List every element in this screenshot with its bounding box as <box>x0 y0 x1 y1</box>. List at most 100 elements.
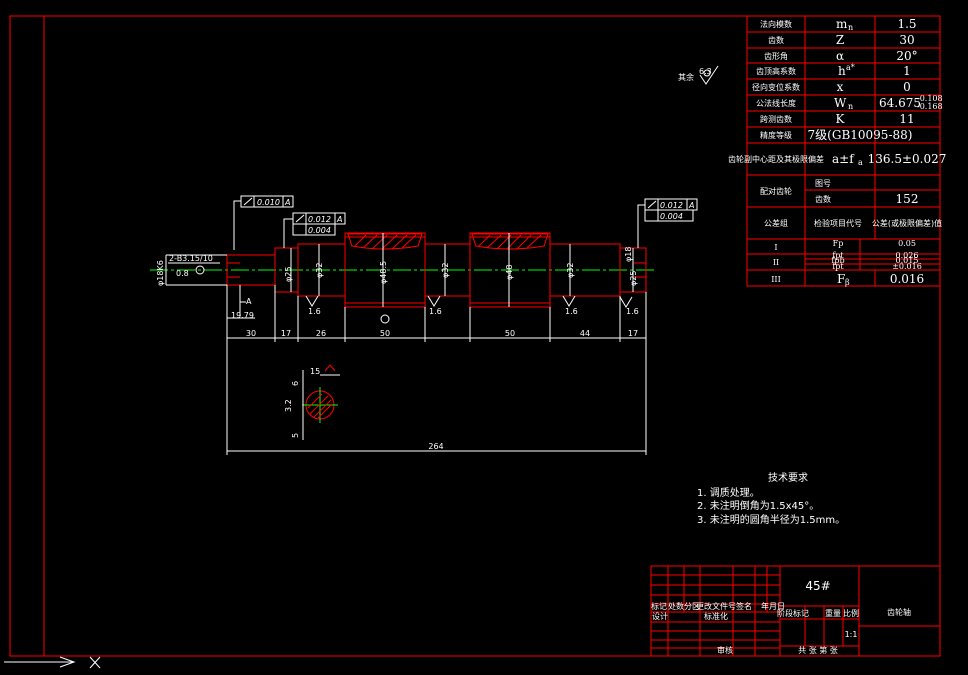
dim-seg-50a: 50 <box>380 329 390 338</box>
datum-label: A <box>246 297 252 306</box>
tech-req-item: 2. 未注明倒角为1.5x45°。 <box>697 499 819 512</box>
technical-requirements: 技术要求 1. 调质处理。 2. 未注明倒角为1.5x45°。 3. 未注明的圆… <box>697 471 845 526</box>
gdt-runout-2: 0.012 <box>308 215 331 224</box>
group-2: II <box>773 258 779 267</box>
roughness-b: 1.6 <box>429 307 442 316</box>
group-3: III <box>771 275 780 284</box>
shaft-main-view <box>150 232 656 308</box>
center-distance-label: 齿轮副中心距及其极限偏差 <box>728 154 824 164</box>
param-label: 齿形角 <box>764 51 788 61</box>
gdt-flat-2: 0.004 <box>308 226 331 235</box>
tb-stage: 阶段标记 <box>777 608 809 618</box>
param-value: 64.675 <box>879 96 921 110</box>
param-value: 20° <box>896 49 917 63</box>
param-value: 0 <box>903 80 911 94</box>
tb-weight: 重量 <box>825 608 841 618</box>
group-header: 公差组 <box>764 218 788 228</box>
param-label: 公法线长度 <box>756 98 796 108</box>
dim-seg-26: 26 <box>316 329 326 338</box>
tech-req-title: 技术要求 <box>768 471 808 484</box>
param-label: 齿数 <box>768 35 784 45</box>
dim-seg-17a: 17 <box>281 329 291 338</box>
center-distance-symbol: a±f <box>832 152 855 166</box>
chamfer-note: 2-B3.15/10 <box>169 254 213 263</box>
gdt-runout-1: 0.010 <box>257 198 280 207</box>
gdt-runout-3-ref: A <box>688 201 694 210</box>
tb-docno: 更改文件号 <box>696 601 736 611</box>
gear-parameter-table: 法向模数 m n 1.5 齿数 Z 30 齿形角 α 20° 齿顶高系数 h a… <box>728 15 947 287</box>
group-value: ±0.016 <box>892 262 922 271</box>
param-symbol: x <box>837 80 844 94</box>
outer-frame <box>9 15 941 657</box>
dim-total: 264 <box>428 442 443 451</box>
dim-tol-right: φ18 <box>624 247 633 262</box>
param-value: 30 <box>899 33 914 47</box>
param-symbol-sub: n <box>848 23 853 32</box>
center-distance-value: 136.5±0.027 <box>868 152 947 166</box>
tb-std: 标准化 <box>704 611 728 621</box>
dim-tol-left: φ18K6 <box>156 260 165 286</box>
param-symbol: α <box>836 49 844 63</box>
mate-teeth-label: 齿数 <box>815 194 831 204</box>
scale-value: 1:1 <box>845 630 858 639</box>
title-block: 45# 齿轮轴 1:1 标记 处数 分区 更改文件号 签名 年月日 设计 标准化… <box>650 565 941 657</box>
param-symbol: m <box>836 17 848 31</box>
roughness-d: 1.6 <box>626 307 639 316</box>
param-label: 齿顶高系数 <box>756 66 796 76</box>
group-value: 0.016 <box>890 272 924 286</box>
tb-count: 处数 <box>668 601 684 611</box>
param-symbol-sub: n <box>848 102 853 111</box>
tb-design: 设计 <box>652 611 668 621</box>
section-view: 15 3.2 6 5 <box>284 364 340 440</box>
param-symbol: K <box>836 112 846 126</box>
gdt-runout-3: 0.012 <box>660 201 683 210</box>
tech-req-item: 1. 调质处理。 <box>697 487 760 499</box>
gdt-flat-3: 0.004 <box>660 212 683 221</box>
dim-seg-17b: 17 <box>628 329 638 338</box>
dim-seg-44: 44 <box>580 329 590 338</box>
group-code: fpt <box>832 262 844 271</box>
param-value: 11 <box>899 112 914 126</box>
dim-dia-1: φ25 <box>284 267 293 282</box>
surface-roughness-note: 其余 6.3 <box>678 65 719 85</box>
tb-sign: 签名 <box>736 601 752 611</box>
param-symbol: W <box>834 96 847 110</box>
tb-review: 审核 <box>717 645 733 655</box>
roughness-a: 1.6 <box>308 307 321 316</box>
center-distance-symbol-sub: a <box>858 158 863 167</box>
part-name: 齿轮轴 <box>887 607 911 617</box>
param-symbol-sub: a* <box>846 63 855 72</box>
tech-req-item: 3. 未注明的圆角半径为1.5mm。 <box>697 513 845 526</box>
roughness-c: 1.6 <box>565 307 578 316</box>
material: 45# <box>805 579 830 593</box>
group-code: Fp <box>833 239 844 248</box>
left-end-annotations: 2-B3.15/10 0.8 A 19.79 <box>168 254 255 326</box>
tb-scale: 比例 <box>843 608 859 618</box>
accuracy-label: 精度等级 <box>760 130 792 140</box>
mate-teeth-value: 152 <box>896 192 919 206</box>
tol-header: 公差(或极限偏差)值 <box>872 218 942 228</box>
gdt-runout-1-ref: A <box>284 198 290 207</box>
param-label: 跨测齿数 <box>760 114 792 124</box>
ucs-icon <box>4 656 101 669</box>
inner-frame <box>43 15 941 657</box>
dim-offset: 19.79 <box>231 311 254 320</box>
cad-drawing: 法向模数 m n 1.5 齿数 Z 30 齿形角 α 20° 齿顶高系数 h a… <box>4 15 947 669</box>
group-code-sub: β <box>845 278 850 287</box>
param-tol-lower: -0.168 <box>917 102 943 111</box>
group-1: I <box>774 243 777 252</box>
section-dim-a: 15 <box>310 367 320 376</box>
section-dim-d: 5 <box>291 433 300 438</box>
item-header: 检验项目代号 <box>814 218 862 228</box>
param-value: 1.5 <box>897 17 916 31</box>
dim-seg-50b: 50 <box>505 329 515 338</box>
param-label: 径向变位系数 <box>752 82 800 92</box>
roughness-e: 0.8 <box>176 269 189 278</box>
section-dim-b: 3.2 <box>284 399 293 412</box>
surface-note-label: 其余 <box>678 72 694 82</box>
tb-mark: 标记 <box>651 601 667 611</box>
accuracy-value: 7级(GB10095-88) <box>808 128 913 142</box>
dim-seg-30: 30 <box>246 329 256 338</box>
group-value: 0.05 <box>898 239 916 248</box>
param-value: 1 <box>903 64 911 78</box>
